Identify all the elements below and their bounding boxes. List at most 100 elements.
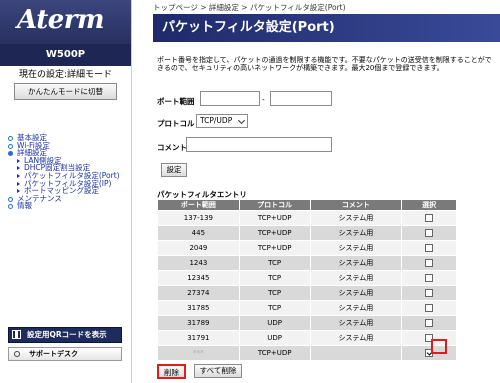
sidebar-nav: 基本設定 Wi-Fi設定 詳細設定 LAN側設定 DHCP固定割当設定 パケット… bbox=[8, 134, 120, 210]
table-row: *** TCP+UDP bbox=[157, 345, 457, 361]
protocol-select[interactable]: TCP/UDP bbox=[196, 114, 248, 128]
support-desk-button[interactable]: サポートデスク bbox=[8, 347, 122, 361]
cell-protocol: UDP bbox=[238, 315, 311, 331]
bullet-icon bbox=[8, 204, 13, 210]
switch-simple-mode-button[interactable]: かんたんモードに切替 bbox=[14, 83, 117, 100]
delete-all-button[interactable]: すべて削除 bbox=[194, 364, 242, 378]
cell-select bbox=[401, 210, 457, 226]
cell-comment: システム用 bbox=[309, 330, 403, 346]
port-from-input[interactable] bbox=[200, 91, 260, 106]
port-to-input[interactable] bbox=[270, 91, 332, 106]
row-select-checkbox[interactable] bbox=[425, 304, 434, 312]
port-range-label: ポート範囲 bbox=[157, 97, 195, 106]
arrow-right-icon bbox=[17, 189, 20, 194]
breadcrumb[interactable]: トップページ > 詳細設定 > パケットフィルタ設定(Port) bbox=[153, 2, 346, 13]
cell-port: 137-139 bbox=[157, 210, 240, 226]
cell-select bbox=[401, 240, 457, 256]
logo-band: Aterm bbox=[0, 0, 131, 44]
cell-comment: システム用 bbox=[309, 255, 403, 271]
cell-select bbox=[401, 330, 457, 346]
bullet-icon bbox=[8, 136, 13, 141]
row-select-checkbox[interactable] bbox=[425, 289, 434, 297]
column-header-comment: コメント bbox=[309, 199, 403, 211]
cell-comment: システム用 bbox=[309, 225, 403, 241]
cell-comment: システム用 bbox=[309, 210, 403, 226]
protocol-label: プロトコル bbox=[157, 119, 195, 128]
table-row: 445 TCP+UDP システム用 bbox=[157, 225, 457, 241]
arrow-right-icon bbox=[17, 181, 20, 186]
cell-select bbox=[401, 300, 457, 316]
table-row: 31789 UDP システム用 bbox=[157, 315, 457, 331]
nav-item-info[interactable]: 情報 bbox=[8, 202, 120, 210]
cell-select bbox=[401, 315, 457, 331]
table-row: 2049 TCP+UDP システム用 bbox=[157, 240, 457, 256]
cell-protocol: TCP+UDP bbox=[238, 210, 311, 226]
cell-port: 445 bbox=[157, 225, 240, 241]
cell-port: *** bbox=[157, 345, 240, 361]
support-button-label: サポートデスク bbox=[29, 350, 78, 358]
column-header-select: 選択 bbox=[401, 199, 457, 211]
page-title: パケットフィルタ設定(Port) bbox=[153, 14, 500, 42]
entries-table: ポート範囲 プロトコル コメント 選択 137-139 TCP+UDP システム用 … bbox=[157, 199, 457, 361]
sidebar: Aterm W500P 現在の設定:詳細モード かんたんモードに切替 基本設定 … bbox=[0, 0, 132, 383]
column-header-port: ポート範囲 bbox=[157, 199, 240, 211]
cell-protocol: TCP bbox=[238, 255, 311, 271]
mode-panel: 現在の設定:詳細モード かんたんモードに切替 bbox=[0, 69, 131, 100]
row-select-checkbox[interactable] bbox=[425, 214, 434, 222]
delete-button[interactable]: 削除 bbox=[157, 364, 186, 379]
row-select-checkbox[interactable] bbox=[425, 274, 434, 282]
show-qr-code-button[interactable]: 設定用QRコードを表示 bbox=[8, 327, 122, 343]
model-name: W500P bbox=[0, 44, 131, 66]
cell-port: 31791 bbox=[157, 330, 240, 346]
table-row: 137-139 TCP+UDP システム用 bbox=[157, 210, 457, 226]
row-select-checkbox[interactable] bbox=[425, 259, 434, 267]
cell-protocol: TCP bbox=[238, 270, 311, 286]
page-description: ポート番号を指定して、パケットの通過を制限する機能です。不要なパケットの送受信を… bbox=[157, 56, 492, 72]
cell-port: 31789 bbox=[157, 315, 240, 331]
current-mode-label: 現在の設定:詳細モード bbox=[18, 70, 113, 80]
cell-comment: システム用 bbox=[309, 300, 403, 316]
row-select-checkbox[interactable] bbox=[425, 319, 434, 327]
row-select-checkbox[interactable] bbox=[425, 229, 434, 237]
cell-select bbox=[401, 285, 457, 301]
cell-port: 31785 bbox=[157, 300, 240, 316]
bullet-icon bbox=[8, 143, 13, 149]
table-row: 31791 UDP システム用 bbox=[157, 330, 457, 346]
cell-protocol: TCP bbox=[238, 300, 311, 316]
bullet-icon bbox=[8, 151, 13, 157]
arrow-right-icon bbox=[17, 158, 20, 163]
cell-port: 27374 bbox=[157, 285, 240, 301]
cell-protocol: TCP+UDP bbox=[238, 225, 311, 241]
column-header-protocol: プロトコル bbox=[238, 199, 311, 211]
table-row: 27374 TCP システム用 bbox=[157, 285, 457, 301]
cell-comment: システム用 bbox=[309, 285, 403, 301]
cell-select bbox=[401, 255, 457, 271]
cell-port: 12345 bbox=[157, 270, 240, 286]
aterm-logo: Aterm bbox=[17, 5, 104, 35]
arrow-right-icon bbox=[17, 166, 20, 171]
comment-label: コメント bbox=[157, 143, 187, 152]
qr-code-icon bbox=[12, 330, 21, 339]
row-select-checkbox[interactable] bbox=[425, 244, 434, 252]
chevron-down-icon bbox=[237, 116, 246, 125]
cell-select bbox=[401, 270, 457, 286]
cell-select bbox=[401, 225, 457, 241]
table-row: 31785 TCP システム用 bbox=[157, 300, 457, 316]
cell-select bbox=[401, 345, 457, 361]
cell-comment bbox=[309, 345, 403, 361]
cell-comment: システム用 bbox=[309, 315, 403, 331]
qr-button-label: 設定用QRコードを表示 bbox=[27, 330, 107, 339]
arrow-right-icon bbox=[17, 173, 20, 178]
cell-port: 2049 bbox=[157, 240, 240, 256]
cell-port: 1243 bbox=[157, 255, 240, 271]
cell-protocol: TCP bbox=[238, 285, 311, 301]
comment-input[interactable] bbox=[186, 137, 332, 152]
table-header-row: ポート範囲 プロトコル コメント 選択 bbox=[157, 199, 457, 211]
highlight-box-checkbox bbox=[431, 339, 447, 354]
nav-item-label: 情報 bbox=[17, 201, 32, 211]
cell-comment: システム用 bbox=[309, 270, 403, 286]
set-button[interactable]: 設定 bbox=[161, 163, 187, 177]
table-row: 1243 TCP システム用 bbox=[157, 255, 457, 271]
cell-protocol: TCP+UDP bbox=[238, 345, 311, 361]
port-range-separator: - bbox=[262, 95, 265, 104]
